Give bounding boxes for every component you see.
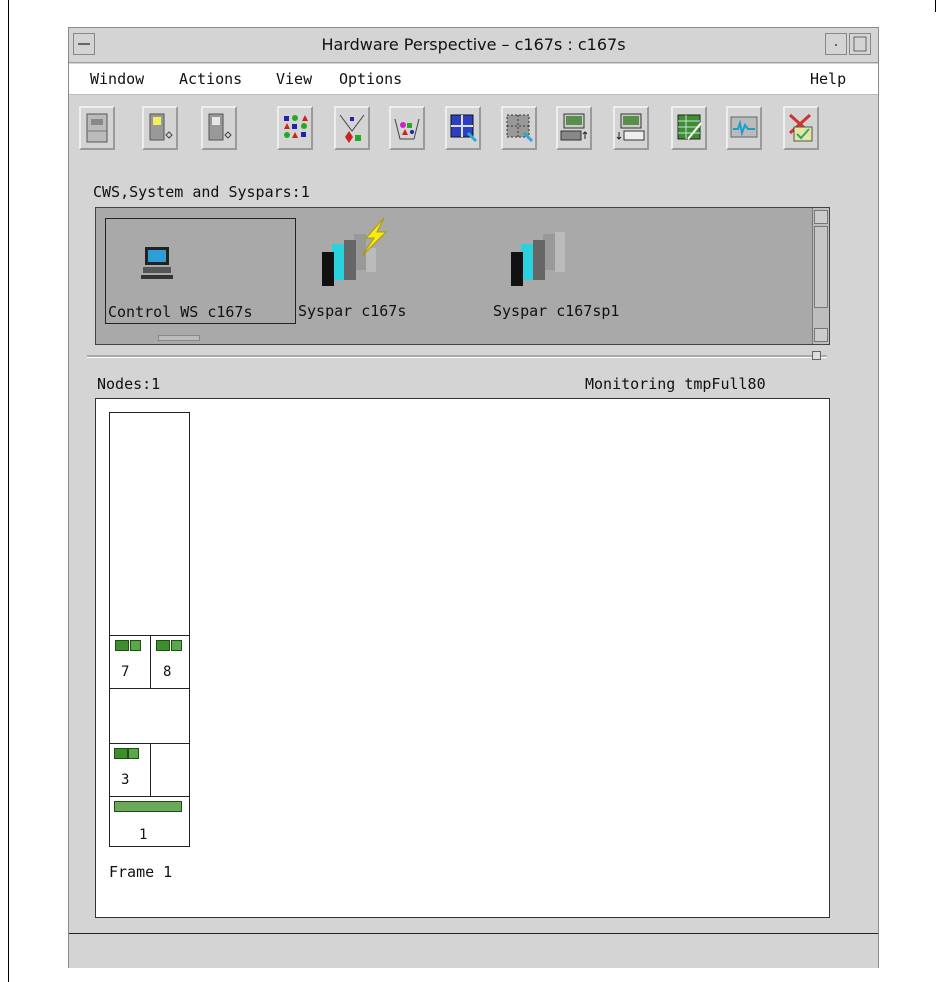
terminal-down-button[interactable] — [613, 106, 649, 150]
workstation-icon — [141, 247, 173, 279]
shapes-grid-button[interactable] — [277, 106, 313, 150]
node-dim-icon — [208, 113, 232, 141]
syspar-icon — [511, 232, 565, 286]
node-7-icon — [115, 640, 129, 651]
node-light-icon — [149, 113, 173, 141]
node-slot-7[interactable]: 7 — [109, 635, 151, 689]
node-8-icon — [156, 640, 170, 651]
control-ws-label: Control WS c167s — [108, 303, 253, 321]
node-dim-button[interactable] — [201, 106, 237, 150]
shapes-basket-icon — [394, 118, 420, 140]
monitor-graph-icon — [730, 116, 758, 138]
scroll-thumb[interactable] — [814, 226, 828, 308]
node-8-led-icon — [171, 640, 182, 651]
node-3-led-icon — [128, 748, 139, 759]
nodes-panel: 7 8 3 1 Frame 1 — [95, 398, 830, 918]
close-check-button[interactable] — [783, 106, 819, 150]
systems-panel: Control WS c167s Syspar c167s Syspar c16… — [95, 207, 830, 345]
notebook-button[interactable] — [79, 106, 115, 150]
menu-help[interactable]: Help — [810, 70, 846, 88]
window-title: Hardware Perspective – c167s : c167s — [321, 35, 626, 54]
node-7-number: 7 — [121, 664, 130, 680]
systems-header: CWS,System and Syspars:1 — [93, 183, 310, 201]
shapes-grid-icon — [284, 115, 308, 138]
page-border-left — [8, 0, 9, 982]
menu-window[interactable]: Window — [90, 70, 144, 88]
syspar-c167sp1-label: Syspar c167sp1 — [493, 302, 620, 320]
terminal-down-icon — [616, 113, 645, 141]
terminal-up-icon — [560, 113, 588, 141]
menu-actions[interactable]: Actions — [179, 70, 242, 88]
shapes-filter-icon — [339, 114, 365, 143]
node-3-icon — [114, 748, 128, 759]
page-border-right — [935, 0, 936, 12]
syspar-c167s-label: Syspar c167s — [298, 302, 407, 320]
menu-options[interactable]: Options — [339, 70, 402, 88]
table-edit-icon — [677, 114, 702, 140]
node-3-number: 3 — [121, 772, 130, 788]
empty-slot — [109, 688, 190, 744]
nodes-header: Nodes:1 — [97, 375, 161, 393]
node-slot-1[interactable] — [109, 796, 190, 825]
sash-handle[interactable] — [812, 351, 821, 360]
menu-view[interactable]: View — [276, 70, 312, 88]
hardware-perspective-window: Hardware Perspective – c167s : c167s Win… — [68, 27, 879, 968]
maximize-button[interactable] — [849, 33, 871, 55]
node-slot-1-bottom — [109, 823, 190, 847]
maximize-icon — [853, 36, 867, 52]
menu-bar: Window Actions View Options Help — [69, 64, 878, 95]
node-slot-3[interactable]: 3 — [109, 743, 151, 797]
terminal-up-button[interactable] — [556, 106, 592, 150]
grid-dotted-select-icon — [506, 114, 534, 143]
node-7-led-icon — [130, 640, 141, 651]
node-1-icon — [114, 801, 182, 812]
grid-select-icon — [450, 114, 478, 143]
frame-rack[interactable]: 7 8 3 — [109, 412, 190, 825]
title-bar[interactable]: Hardware Perspective – c167s : c167s — [69, 28, 878, 63]
frame-label: Frame 1 — [109, 863, 173, 881]
control-ws-scroll[interactable] — [158, 335, 200, 341]
scroll-down-arrow-icon[interactable] — [814, 328, 828, 342]
pane-sash[interactable] — [87, 355, 827, 358]
grid-select-button[interactable] — [445, 106, 481, 150]
systems-vertical-scrollbar[interactable] — [812, 208, 829, 344]
node-8-number: 8 — [163, 664, 172, 680]
shapes-filter-button[interactable] — [334, 106, 370, 150]
scroll-up-arrow-icon[interactable] — [814, 210, 828, 224]
close-check-icon — [788, 113, 813, 142]
monitoring-label: Monitoring tmpFull80 — [585, 375, 766, 393]
status-bar — [69, 933, 878, 968]
table-edit-button[interactable] — [671, 106, 707, 150]
control-ws-item[interactable]: Control WS c167s — [105, 218, 296, 341]
shapes-basket-button[interactable] — [389, 106, 425, 150]
node-light-button[interactable] — [142, 106, 178, 150]
toolbar — [79, 106, 869, 156]
minimize-icon — [835, 44, 837, 46]
monitor-graph-button[interactable] — [726, 106, 762, 150]
syspar-active-icon — [322, 218, 388, 286]
grid-dotted-select-button[interactable] — [501, 106, 537, 150]
notebook-icon — [86, 113, 108, 143]
node-slot-8[interactable]: 8 — [150, 635, 190, 689]
minimize-button[interactable] — [825, 33, 847, 55]
